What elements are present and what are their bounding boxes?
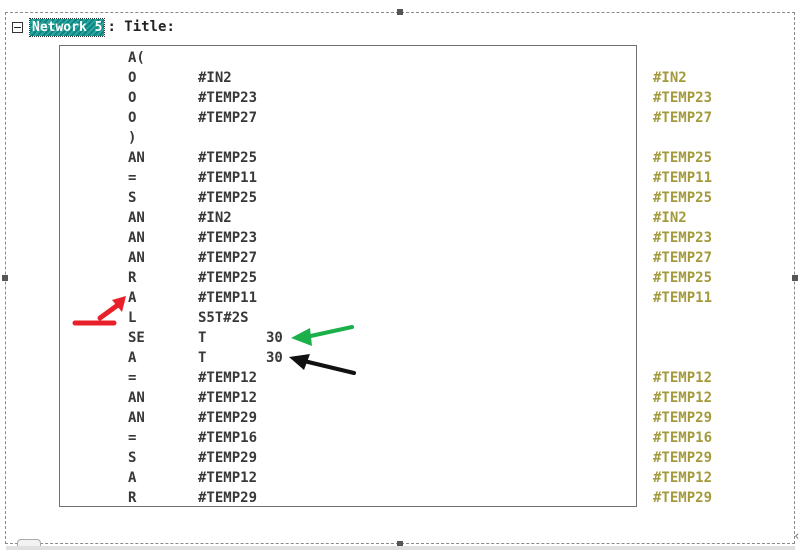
red-arrow-icon [72,296,126,326]
annotation-arrows [72,296,356,375]
scroll-right-icon[interactable]: ‹ [793,529,801,544]
green-arrow-icon [291,325,354,346]
black-arrow-icon [289,354,356,375]
horizontal-scrollbar[interactable] [6,546,795,550]
